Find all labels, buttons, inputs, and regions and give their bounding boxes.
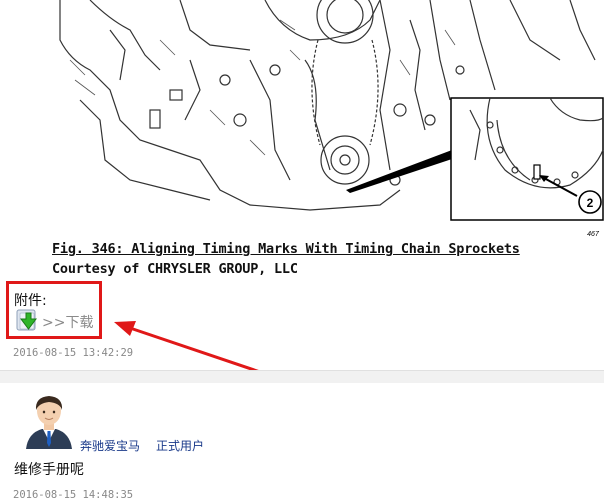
download-arrow-icon (16, 309, 37, 331)
attachment-label: 附件: (14, 293, 47, 309)
user-role-badge: 正式用户 (156, 439, 205, 453)
figure-credit: Courtesy of CHRYSLER GROUP, LLC (52, 261, 298, 277)
figure-code: 467 (587, 231, 600, 238)
download-attachment-link[interactable]: >>下载 (14, 309, 93, 335)
reply-timestamp: 2016-08-15 14:48:35 (13, 489, 134, 501)
engine-diagram-image: 2 467 (59, 0, 604, 238)
reply-body: 维修手册呢 (14, 462, 84, 478)
post-separator (0, 370, 604, 384)
download-link-text: >>下载 (42, 315, 94, 331)
user-avatar[interactable] (24, 393, 74, 449)
callout-number: 2 (587, 196, 594, 210)
figure-caption: Fig. 346: Aligning Timing Marks With Tim… (52, 241, 520, 257)
post-1: 2 467 Fig. 346: Aligning Timing Marks Wi… (0, 0, 604, 370)
post-timestamp: 2016-08-15 13:42:29 (13, 347, 134, 359)
user-name-link[interactable]: 奔驰爱宝马 (80, 437, 140, 454)
